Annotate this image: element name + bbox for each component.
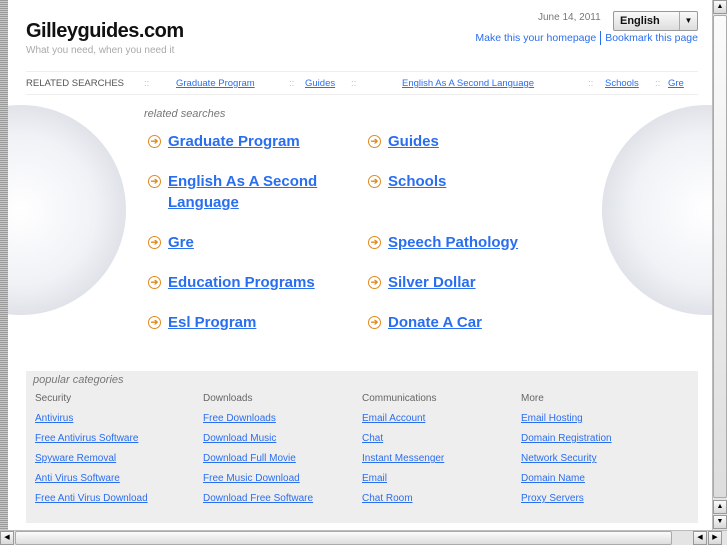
category-title: Communications — [362, 393, 437, 404]
category-link[interactable]: Download Music — [203, 433, 313, 453]
make-homepage-link[interactable]: Make this your homepage — [475, 32, 596, 44]
arrow-circle-icon: ➔ — [148, 236, 161, 249]
related-item[interactable]: ➔ Gre — [148, 232, 338, 253]
related-item[interactable]: ➔ Speech Pathology — [368, 232, 558, 253]
scroll-up-button-2[interactable]: ▲ — [713, 500, 727, 514]
related-link[interactable]: English As A Second Language — [168, 173, 317, 211]
related-item[interactable]: ➔ Donate A Car — [368, 312, 558, 333]
related-link[interactable]: Esl Program — [168, 314, 256, 331]
category-title: Downloads — [203, 393, 253, 404]
category-link[interactable]: Network Security — [521, 453, 612, 473]
bookmark-link[interactable]: Bookmark this page — [605, 32, 698, 44]
category-link[interactable]: Instant Messenger — [362, 453, 444, 473]
related-link[interactable]: Donate A Car — [388, 314, 482, 331]
arrow-circle-icon: ➔ — [368, 175, 381, 188]
window-edge — [0, 0, 8, 530]
arrow-circle-icon: ➔ — [148, 135, 161, 148]
related-link[interactable]: Education Programs — [168, 274, 315, 291]
related-item[interactable]: ➔ English As A Second Language — [148, 171, 338, 213]
related-link[interactable]: Speech Pathology — [388, 234, 518, 251]
related-bar-link[interactable]: English As A Second Language — [402, 78, 534, 89]
scroll-right-button[interactable]: ▶ — [708, 531, 722, 545]
category-column: Downloads Free Downloads Download Music Dow… — [203, 393, 313, 513]
related-searches-bar: RELATED SEARCHES :: Graduate Program :: … — [26, 71, 698, 95]
category-link[interactable]: Proxy Servers — [521, 493, 612, 513]
page: Gilleyguides.com What you need, when you… — [8, 0, 712, 530]
related-bar-link[interactable]: Schools — [605, 78, 639, 89]
divider — [600, 31, 602, 45]
related-item[interactable]: ➔ Esl Program — [148, 312, 338, 333]
category-link[interactable]: Download Full Movie — [203, 453, 313, 473]
category-column: More Email Hosting Domain Registration Netw… — [521, 393, 612, 513]
category-link[interactable]: Antivirus — [35, 413, 148, 433]
popular-heading: popular categories — [33, 374, 124, 386]
horizontal-scroll-thumb[interactable] — [15, 531, 672, 545]
scroll-up-button[interactable]: ▲ — [713, 0, 727, 14]
category-link[interactable]: Email Hosting — [521, 413, 612, 433]
category-link[interactable]: Domain Name — [521, 473, 612, 493]
related-heading: related searches — [144, 108, 226, 120]
related-item[interactable]: ➔ Silver Dollar — [368, 272, 558, 293]
top-links: Make this your homepage Bookmark this pag… — [475, 31, 698, 45]
scroll-left-button[interactable]: ◀ — [0, 531, 14, 545]
related-bar-label: RELATED SEARCHES — [26, 78, 125, 89]
category-link[interactable]: Free Downloads — [203, 413, 313, 433]
category-title: Security — [35, 393, 72, 404]
horizontal-scrollbar[interactable]: ◀ ◀ ▶ — [0, 530, 727, 545]
related-bar-link[interactable]: Graduate Program — [176, 78, 255, 89]
category-link[interactable]: Chat Room — [362, 493, 444, 513]
category-link[interactable]: Chat — [362, 433, 444, 453]
arrow-circle-icon: ➔ — [148, 175, 161, 188]
related-item[interactable]: ➔ Guides — [368, 131, 558, 152]
related-item[interactable]: ➔ Schools — [368, 171, 558, 192]
category-link[interactable]: Email Account — [362, 413, 444, 433]
scroll-thumb[interactable] — [713, 15, 727, 498]
arrow-circle-icon: ➔ — [368, 316, 381, 329]
related-link[interactable]: Graduate Program — [168, 133, 300, 150]
language-value: English — [620, 15, 660, 27]
category-column: Communications Email Account Chat Instant M… — [362, 393, 444, 513]
category-link[interactable]: Free Antivirus Software — [35, 433, 148, 453]
category-link[interactable]: Email — [362, 473, 444, 493]
site-title: Gilleyguides.com — [26, 20, 184, 42]
related-item[interactable]: ➔ Graduate Program — [148, 131, 338, 152]
category-link[interactable]: Free Music Download — [203, 473, 313, 493]
date: June 14, 2011 — [538, 12, 601, 23]
arrow-circle-icon: ➔ — [368, 276, 381, 289]
category-link[interactable]: Download Free Software — [203, 493, 313, 513]
category-title: More — [521, 393, 544, 404]
decorative-circle-left — [8, 105, 126, 315]
arrow-circle-icon: ➔ — [368, 135, 381, 148]
scroll-left-button-2[interactable]: ◀ — [693, 531, 707, 545]
language-select[interactable]: English ▼ — [613, 11, 698, 31]
category-link[interactable]: Free Anti Virus Download — [35, 493, 148, 513]
arrow-circle-icon: ➔ — [148, 276, 161, 289]
category-column: Security Antivirus Free Antivirus Software… — [35, 393, 148, 513]
tagline: What you need, when you need it — [26, 45, 175, 56]
related-link[interactable]: Gre — [168, 234, 194, 251]
category-link[interactable]: Domain Registration — [521, 433, 612, 453]
related-link[interactable]: Schools — [388, 173, 446, 190]
popular-categories: popular categories Security Antivirus Free… — [26, 371, 698, 523]
related-link[interactable]: Guides — [388, 133, 439, 150]
vertical-scrollbar[interactable]: ▲ ▲ ▼ — [712, 0, 727, 530]
category-link[interactable]: Anti Virus Software — [35, 473, 148, 493]
related-item[interactable]: ➔ Education Programs — [148, 272, 338, 293]
decorative-circle-right — [602, 105, 712, 315]
related-bar-link[interactable]: Gre — [668, 78, 684, 89]
related-link[interactable]: Silver Dollar — [388, 274, 476, 291]
arrow-circle-icon: ➔ — [148, 316, 161, 329]
related-bar-link[interactable]: Guides — [305, 78, 335, 89]
scroll-down-button[interactable]: ▼ — [713, 515, 727, 529]
chevron-down-icon: ▼ — [679, 12, 697, 30]
category-link[interactable]: Spyware Removal — [35, 453, 148, 473]
arrow-circle-icon: ➔ — [368, 236, 381, 249]
